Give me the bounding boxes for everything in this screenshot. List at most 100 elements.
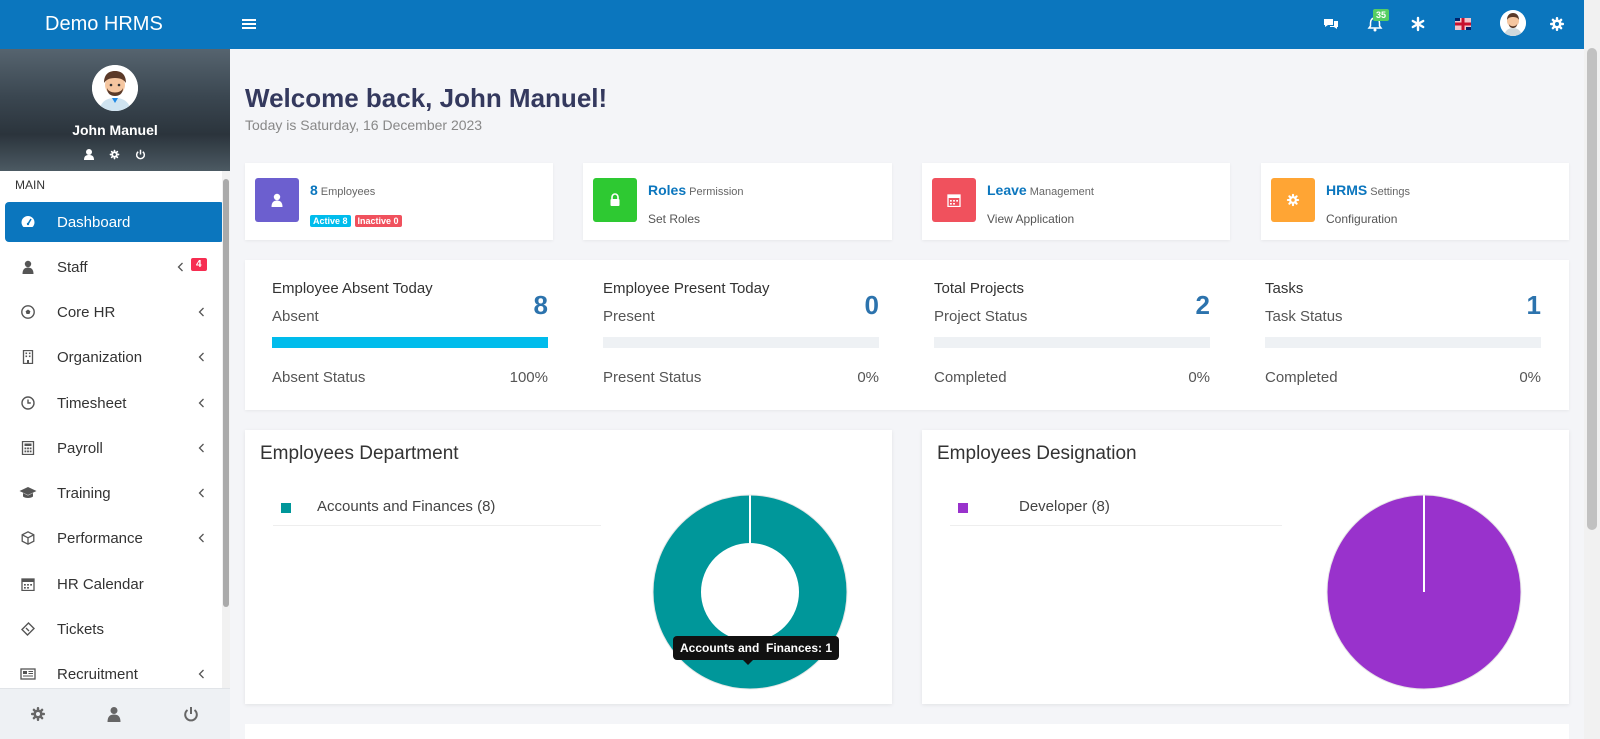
power-icon[interactable] (183, 706, 199, 722)
sidebar-footer (0, 688, 230, 739)
employees-count-line: 8 Employees (310, 182, 375, 198)
page-scrollbar[interactable] (1584, 0, 1600, 739)
asterisk-icon[interactable] (1410, 16, 1426, 32)
sidebar-item-label: Staff (57, 258, 88, 276)
set-roles-link[interactable]: Set Roles (648, 212, 700, 226)
calendar-icon (947, 194, 961, 207)
hrms-subtitle: Settings (1370, 186, 1410, 198)
sidebar-item-label: Tickets (57, 620, 104, 638)
gear-icon (1286, 193, 1300, 207)
sidebar-item-payroll[interactable]: Payroll (5, 428, 224, 468)
gear-icon[interactable] (30, 706, 46, 722)
soccer-ball-icon (21, 305, 35, 319)
progress-fill (272, 337, 548, 348)
chat-icon[interactable] (1323, 16, 1339, 32)
sidebar-item-tickets[interactable]: Tickets (5, 609, 224, 649)
app-title[interactable]: Demo HRMS (0, 0, 226, 49)
summary-progress-card: Employee Absent Today Absent 8 Absent St… (245, 260, 1569, 410)
legend-item[interactable]: Accounts and Finances (8) (273, 490, 601, 526)
employees-designation-card: Employees Designation Developer (8) (922, 430, 1569, 704)
sidebar: John Manuel MAIN Dashboard Staff 4 Core … (0, 49, 230, 739)
gear-icon[interactable] (109, 149, 120, 160)
sidebar-scrollbar-thumb[interactable] (223, 179, 229, 607)
hrms-settings-card[interactable]: HRMS Settings Configuration (1261, 163, 1569, 240)
menu-section-main: MAIN (15, 178, 45, 192)
roles-card-icon-box (593, 178, 637, 222)
lock-icon (610, 193, 620, 206)
inactive-badge: Inactive 0 (354, 215, 402, 227)
leave-card-icon-box (932, 178, 976, 222)
leave-card[interactable]: Leave Management View Application (922, 163, 1230, 240)
sidebar-scrollbar[interactable] (222, 171, 230, 689)
progress-bar (934, 337, 1210, 348)
sidebar-item-timesheet[interactable]: Timesheet (5, 383, 224, 423)
chevron-left-icon (198, 488, 204, 498)
chart-tooltip: Accounts and Finances: 1 (673, 636, 840, 665)
configuration-link[interactable]: Configuration (1326, 212, 1397, 226)
progress-bar (1265, 337, 1541, 348)
hrms-card-icon-box (1271, 178, 1315, 222)
chevron-left-icon (198, 352, 204, 362)
employees-count: 8 (310, 182, 318, 198)
progress-value: 1 (1526, 290, 1541, 320)
leave-title-line: Leave Management (987, 182, 1094, 198)
sidebar-item-core-hr[interactable]: Core HR (5, 292, 224, 332)
gear-icon[interactable] (1549, 16, 1565, 32)
newspaper-icon (20, 668, 36, 680)
sidebar-item-staff[interactable]: Staff 4 (5, 247, 224, 287)
legend-swatch (281, 503, 291, 513)
sidebar-item-hr-calendar[interactable]: HR Calendar (5, 564, 224, 604)
employees-card[interactable]: 8 Employees Active 8 Inactive 0 (245, 163, 553, 240)
user-icon[interactable] (84, 149, 94, 160)
progress-value: 2 (1195, 290, 1210, 320)
progress-status-label: Absent Status (272, 369, 366, 386)
employees-status-pills: Active 8 Inactive 0 (310, 213, 406, 227)
progress-title: Employee Absent Today (272, 280, 433, 297)
power-icon[interactable] (135, 149, 146, 160)
active-badge: Active 8 (310, 215, 351, 227)
designation-pie-chart[interactable] (1324, 492, 1524, 692)
employees-card-icon-box (255, 178, 299, 222)
chevron-left-icon (198, 398, 204, 408)
building-icon (22, 350, 34, 364)
legend-swatch (958, 503, 968, 513)
progress-subtitle: Task Status (1265, 308, 1343, 325)
avatar[interactable] (1500, 10, 1526, 36)
view-application-link[interactable]: View Application (987, 212, 1074, 226)
user-icon[interactable] (106, 706, 122, 722)
roles-card[interactable]: Roles Permission Set Roles (583, 163, 892, 240)
progress-status-label: Completed (934, 369, 1007, 386)
progress-value: 0 (864, 290, 879, 320)
legend-label: Accounts and Finances (8) (317, 498, 496, 515)
chevron-left-icon (177, 262, 183, 272)
sidebar-item-dashboard[interactable]: Dashboard (5, 202, 224, 242)
total-projects-group: Total Projects Project Status 2 Complete… (934, 260, 1210, 410)
sidebar-item-performance[interactable]: Performance (5, 518, 224, 558)
progress-title: Total Projects (934, 280, 1025, 297)
progress-value: 8 (533, 290, 548, 320)
user-icon (271, 193, 283, 207)
leave-title: Leave (987, 182, 1027, 198)
sidebar-item-label: Performance (57, 529, 143, 547)
legend-item[interactable]: Developer (8) (950, 490, 1282, 526)
next-panel (245, 724, 1569, 739)
top-navbar: Demo HRMS 35 (0, 0, 1584, 49)
page-scrollbar-thumb[interactable] (1587, 48, 1597, 530)
roles-title: Roles (648, 182, 687, 198)
sidebar-item-training[interactable]: Training (5, 473, 224, 513)
avatar[interactable] (92, 65, 138, 111)
progress-bar (603, 337, 879, 348)
roles-subtitle: Permission (689, 186, 744, 198)
sidebar-item-organization[interactable]: Organization (5, 337, 224, 377)
flag-icon[interactable] (1455, 18, 1471, 30)
ticket-icon (21, 622, 35, 636)
progress-percent: 0% (1188, 369, 1210, 386)
chevron-left-icon (198, 669, 204, 679)
employees-label: Employees (320, 186, 376, 198)
chart-title: Employees Designation (937, 443, 1137, 464)
chevron-left-icon (198, 307, 204, 317)
notification-count-badge: 35 (1373, 9, 1390, 21)
present-today-group: Employee Present Today Present 0 Present… (603, 260, 879, 410)
chevron-left-icon (198, 533, 204, 543)
menu-icon[interactable] (242, 17, 256, 31)
